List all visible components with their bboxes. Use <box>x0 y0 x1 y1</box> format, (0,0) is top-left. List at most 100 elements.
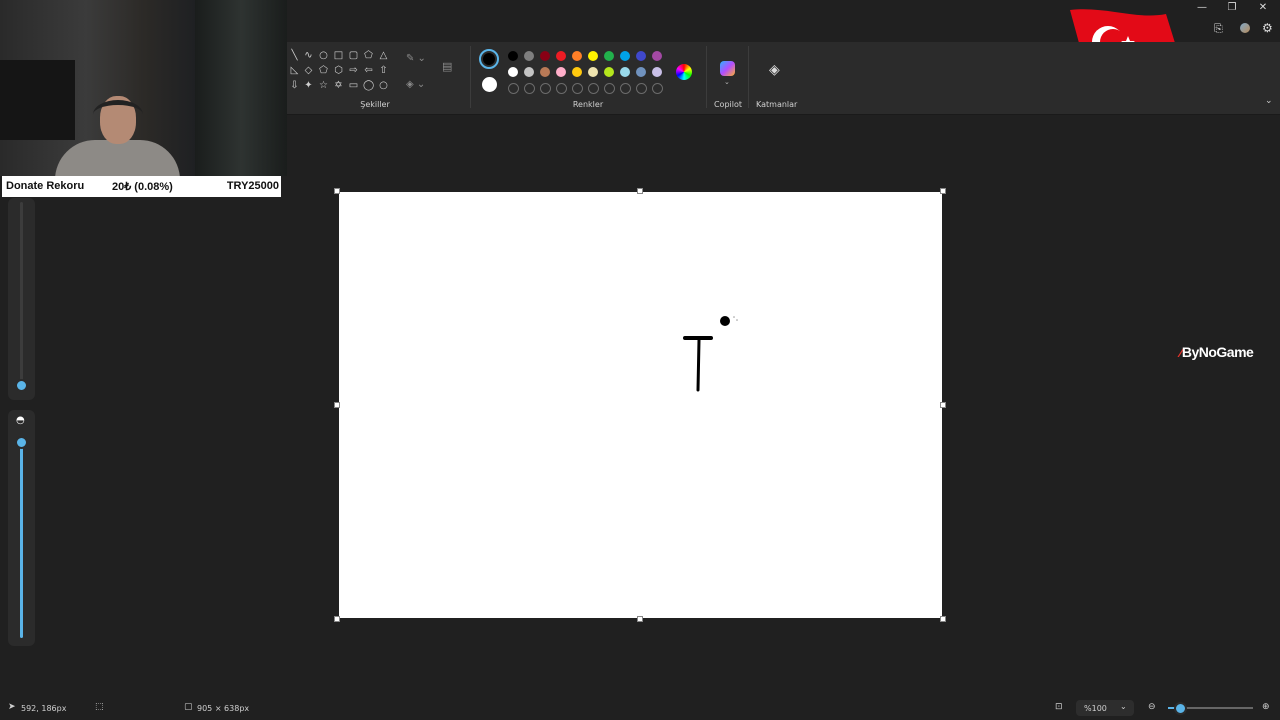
chevron-down-icon: ⌄ <box>1120 702 1127 711</box>
donate-label: Donate Rekoru <box>6 180 85 192</box>
shapes-group-label: Şekiller <box>360 100 390 109</box>
color-swatch[interactable] <box>540 51 550 61</box>
zoom-value: %100 <box>1084 704 1107 713</box>
canvas-handle-bottom-right[interactable] <box>940 616 946 622</box>
color-swatch[interactable] <box>524 51 534 61</box>
color-swatch[interactable] <box>572 67 582 77</box>
outline-icon[interactable]: ✎ ⌄ <box>406 53 426 64</box>
custom-color-slot[interactable] <box>652 83 663 94</box>
zoom-slider-thumb[interactable] <box>1174 702 1187 715</box>
zoom-select[interactable]: %100 ⌄ <box>1076 700 1134 716</box>
settings-icon[interactable]: ⚙ <box>1262 21 1273 35</box>
zoom-slider-track[interactable] <box>1168 702 1253 715</box>
copilot-group-label[interactable]: Copilot <box>708 100 748 109</box>
rounded-rectangle-shape-icon[interactable]: ▢ <box>348 50 359 61</box>
minimize-button[interactable]: — <box>1192 2 1212 13</box>
avatar[interactable] <box>1240 23 1250 33</box>
divider <box>470 46 471 108</box>
color-swatch[interactable] <box>572 51 582 61</box>
sponsor-logo: ⁄ByNoGame <box>1180 344 1254 360</box>
color-swatch[interactable] <box>588 67 598 77</box>
donate-goal: TRY25000 <box>226 180 279 192</box>
fill-icon[interactable]: ◈ ⌄ <box>406 79 425 90</box>
color-swatch[interactable] <box>620 67 630 77</box>
canvas-handle-right[interactable] <box>940 402 946 408</box>
six-point-star-shape-icon[interactable]: ✡ <box>333 80 344 91</box>
custom-color-slot[interactable] <box>540 83 551 94</box>
zoom-out-icon[interactable]: ⊖ <box>1148 702 1156 712</box>
divider <box>706 46 707 108</box>
canvas-handle-bottom[interactable] <box>637 616 643 622</box>
layers-group-label[interactable]: Katmanlar <box>756 100 797 109</box>
canvas-handle-left[interactable] <box>334 402 340 408</box>
color-swatch[interactable] <box>540 67 550 77</box>
color-swatch[interactable] <box>556 51 566 61</box>
layers-icon[interactable]: ◈ <box>769 62 780 78</box>
zoom-in-icon[interactable]: ⊕ <box>1262 702 1270 712</box>
pentagon-shape-icon[interactable]: ⬠ <box>318 65 329 76</box>
custom-color-slot[interactable] <box>556 83 567 94</box>
color-swatch[interactable] <box>524 67 534 77</box>
five-point-star-shape-icon[interactable]: ☆ <box>318 80 329 91</box>
close-button[interactable]: ✕ <box>1253 2 1273 13</box>
callout-rect-shape-icon[interactable]: ▭ <box>348 80 359 91</box>
color-swatch[interactable] <box>652 67 662 77</box>
fit-to-window-icon[interactable]: ⊡ <box>1055 702 1063 712</box>
edit-colors-icon[interactable] <box>676 64 692 80</box>
triangle-shape-icon[interactable]: △ <box>378 50 389 61</box>
custom-color-slot[interactable] <box>620 83 631 94</box>
rectangle-shape-icon[interactable]: □ <box>333 50 344 61</box>
custom-color-slot[interactable] <box>572 83 583 94</box>
curve-shape-icon[interactable]: ∿ <box>303 50 314 61</box>
diamond-shape-icon[interactable]: ◇ <box>303 65 314 76</box>
colors-group-label: Renkler <box>572 100 604 109</box>
color-swatch[interactable] <box>604 67 614 77</box>
size-slider-track[interactable] <box>20 202 23 392</box>
color-swatch[interactable] <box>652 51 662 61</box>
four-point-star-shape-icon[interactable]: ✦ <box>303 80 314 91</box>
copilot-icon[interactable] <box>720 61 735 76</box>
color-swatch[interactable] <box>588 51 598 61</box>
primary-color-ring[interactable] <box>479 49 499 69</box>
color-swatch[interactable] <box>604 51 614 61</box>
hexagon-shape-icon[interactable]: ⬡ <box>333 65 344 76</box>
color-swatch[interactable] <box>636 67 646 77</box>
canvas-handle-top-left[interactable] <box>334 188 340 194</box>
color-swatch[interactable] <box>508 51 518 61</box>
color-swatch[interactable] <box>556 67 566 77</box>
right-triangle-shape-icon[interactable]: ◺ <box>289 65 300 76</box>
color-swatch[interactable] <box>620 51 630 61</box>
up-arrow-shape-icon[interactable]: ⇧ <box>378 65 389 76</box>
opacity-slider-thumb[interactable] <box>15 436 28 449</box>
opacity-slider-fill[interactable] <box>20 440 23 638</box>
canvas-handle-top-right[interactable] <box>940 188 946 194</box>
oval-shape-icon[interactable]: ○ <box>318 50 329 61</box>
color-swatch[interactable] <box>636 51 646 61</box>
ribbon-collapse-icon[interactable]: ⌄ <box>1265 96 1273 106</box>
custom-color-slot[interactable] <box>604 83 615 94</box>
line-shape-icon[interactable]: ╲ <box>289 50 300 61</box>
drawing-canvas[interactable] <box>339 192 942 618</box>
headphones <box>93 100 143 129</box>
custom-color-slot[interactable] <box>588 83 599 94</box>
right-arrow-shape-icon[interactable]: ⇨ <box>348 65 359 76</box>
down-arrow-shape-icon[interactable]: ⇩ <box>289 80 300 91</box>
primary-color-swatch[interactable] <box>483 53 495 65</box>
shape-gallery-expand-icon[interactable]: ▤ <box>442 60 452 73</box>
canvas-handle-top[interactable] <box>637 188 643 194</box>
custom-color-slot[interactable] <box>636 83 647 94</box>
callout-cloud-shape-icon[interactable]: ○ <box>378 80 389 91</box>
canvas-handle-bottom-left[interactable] <box>334 616 340 622</box>
callout-oval-shape-icon[interactable]: ◯ <box>363 80 374 91</box>
size-slider-thumb[interactable] <box>15 379 28 392</box>
color-swatch[interactable] <box>508 67 518 77</box>
polygon-shape-icon[interactable]: ⬠ <box>363 50 374 61</box>
custom-color-slot[interactable] <box>508 83 519 94</box>
secondary-color-swatch[interactable] <box>482 77 497 92</box>
left-arrow-shape-icon[interactable]: ⇦ <box>363 65 374 76</box>
opacity-drop-icon: ◓ <box>16 415 25 426</box>
chevron-down-icon[interactable]: ⌄ <box>724 78 730 86</box>
share-icon[interactable]: ⎘ <box>1214 22 1223 36</box>
maximize-button[interactable]: ❐ <box>1222 2 1242 13</box>
custom-color-slot[interactable] <box>524 83 535 94</box>
